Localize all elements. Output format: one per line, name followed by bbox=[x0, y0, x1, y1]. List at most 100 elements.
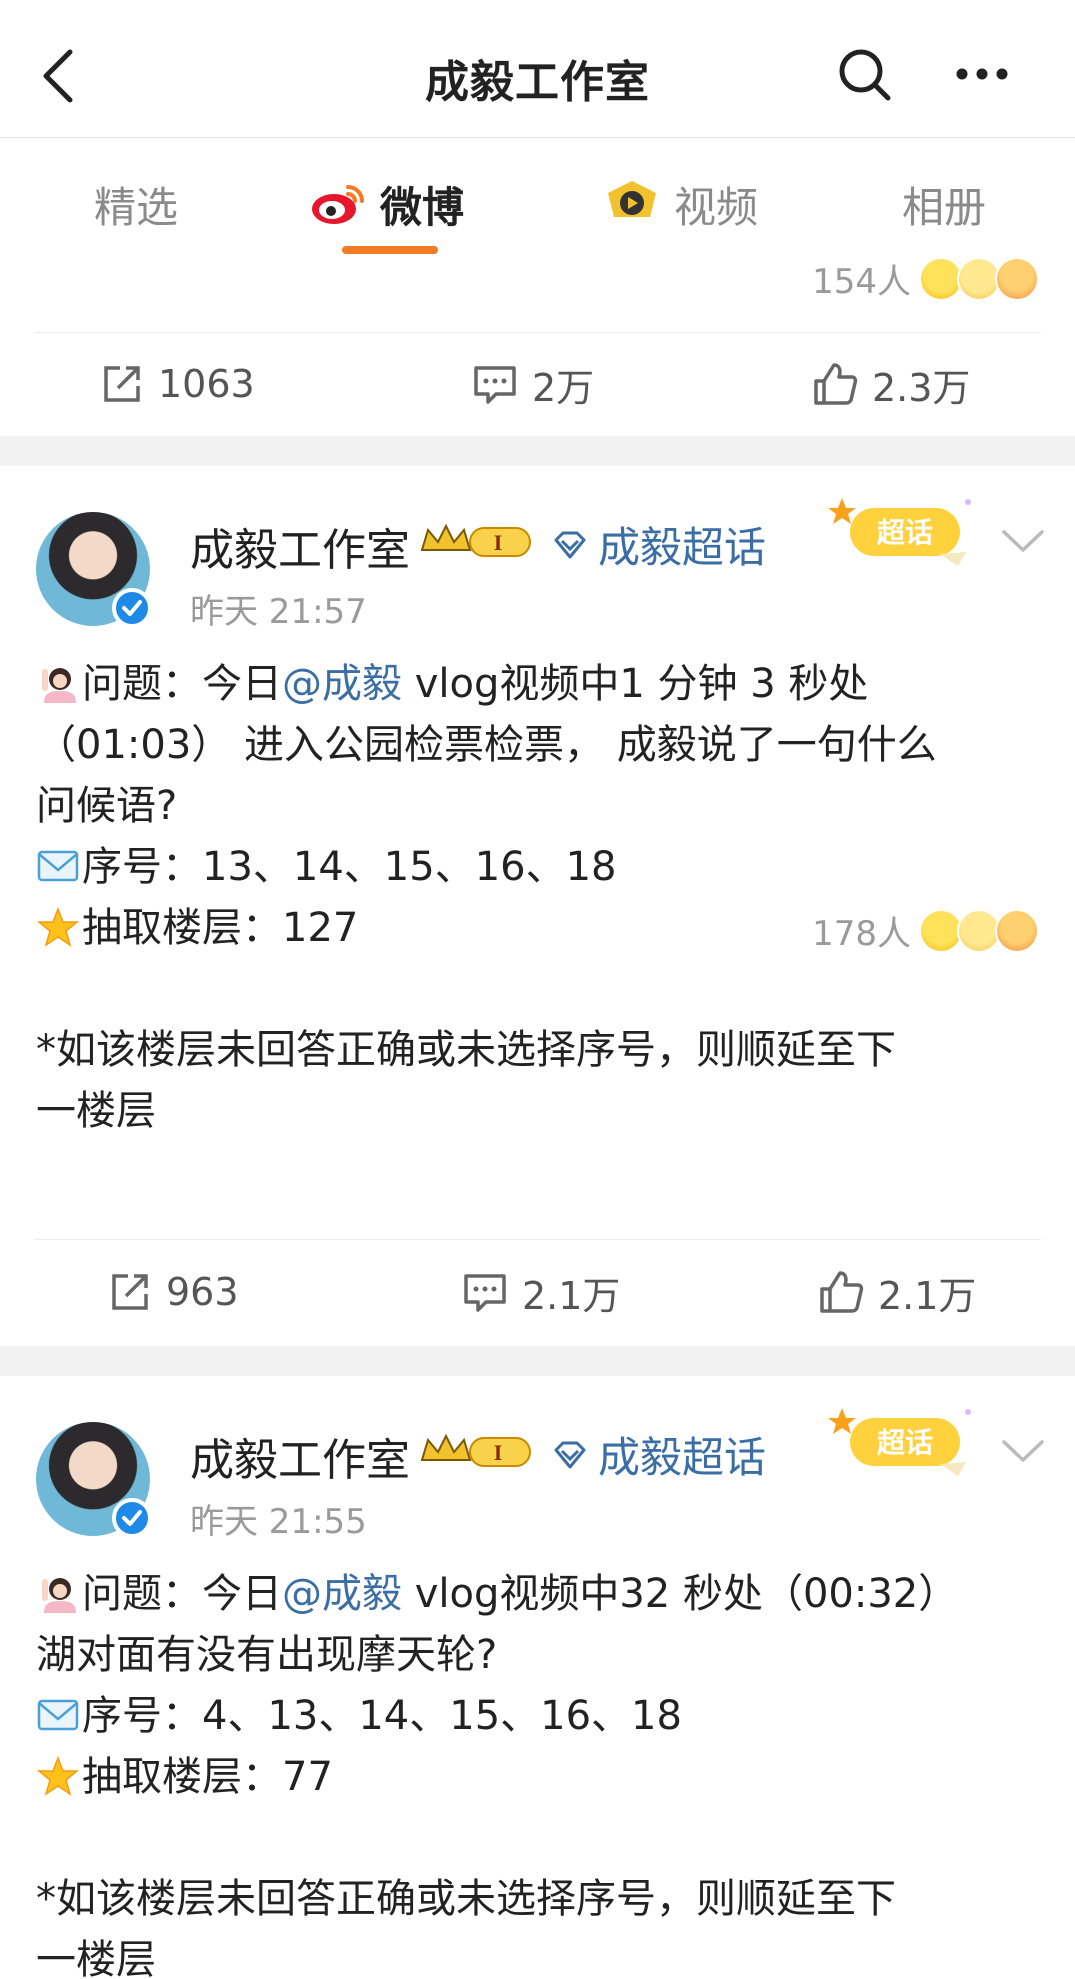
feed-post: 成毅工作室 I 成毅超话 超话 昨天 21:55 问题：今日@成毅 vlog视频… bbox=[0, 1376, 1075, 1979]
feed-separator bbox=[0, 436, 1075, 466]
chevron-down-icon[interactable] bbox=[1000, 526, 1046, 556]
svg-text:超话: 超话 bbox=[877, 1426, 933, 1459]
chaohua-badge-icon[interactable]: 超话 bbox=[820, 1402, 980, 1486]
post-text: 问题：今日@成毅 vlog视频中1 分钟 3 秒处 （01:03） 进入公园检票… bbox=[36, 654, 1046, 1142]
note-line: *如该楼层未回答正确或未选择序号，则顺延至下 bbox=[36, 1027, 896, 1073]
svg-text:I: I bbox=[494, 1440, 503, 1465]
repost-button[interactable]: 963 bbox=[108, 1244, 239, 1340]
supertopic-link[interactable]: 成毅超话 bbox=[552, 1424, 766, 1485]
diamond-icon bbox=[554, 531, 586, 558]
tab-video-label: 视频 bbox=[674, 182, 759, 232]
post-actions: 963 2.1万 2.1万 bbox=[0, 1244, 1075, 1340]
comment-button[interactable]: 2万 bbox=[472, 336, 594, 432]
note-line-2: 一楼层 bbox=[36, 1937, 156, 1979]
page-title: 成毅工作室 bbox=[425, 57, 650, 108]
post-time: 昨天 21:57 bbox=[190, 592, 367, 632]
diamond-icon bbox=[554, 1441, 586, 1468]
vip-crown-badge-icon: I bbox=[420, 1433, 531, 1467]
reaction-summary[interactable]: 154人 bbox=[812, 254, 1039, 303]
raising-hand-emoji-icon bbox=[42, 1578, 76, 1613]
weibo-logo-icon bbox=[312, 185, 364, 224]
envelope-emoji-icon bbox=[37, 850, 79, 882]
post-time: 昨天 21:55 bbox=[190, 1502, 367, 1542]
supertopic-link[interactable]: 成毅超话 bbox=[552, 514, 766, 575]
supertopic-label: 成毅超话 bbox=[598, 523, 767, 572]
like-count: 2.1万 bbox=[878, 1273, 977, 1318]
question-line: 问题：今日@成毅 vlog视频中32 秒处（00:32） bbox=[36, 1564, 1046, 1625]
numbers-text: 序号：4、13、14、15、16、18 bbox=[82, 1693, 682, 1739]
divider bbox=[34, 332, 1041, 333]
tab-album-label: 相册 bbox=[902, 182, 987, 232]
vip-crown-badge-icon: I bbox=[420, 523, 531, 557]
question-line-2: 湖对面有没有出现摩天轮? bbox=[36, 1632, 498, 1678]
top-bar: 成毅工作室 bbox=[0, 0, 1075, 138]
feed-separator bbox=[0, 1346, 1075, 1376]
mention-link[interactable]: @成毅 bbox=[282, 1571, 402, 1617]
question-line-3: 问候语? bbox=[36, 783, 178, 829]
love-emoji-icon bbox=[995, 908, 1039, 953]
chevron-down-icon[interactable] bbox=[1000, 1436, 1046, 1466]
numbers-text: 序号：13、14、15、16、18 bbox=[82, 844, 617, 890]
question-line-2: （01:03） 进入公园检票检票， 成毅说了一句什么 bbox=[36, 722, 937, 768]
question-prefix: 问题：今日 bbox=[82, 1571, 282, 1617]
note-line: *如该楼层未回答正确或未选择序号，则顺延至下 bbox=[36, 1876, 896, 1922]
comment-button[interactable]: 2.1万 bbox=[462, 1244, 620, 1340]
question-line: 问题：今日@成毅 vlog视频中1 分钟 3 秒处 bbox=[36, 654, 1046, 715]
profile-tabs: 精选 微博 视频 相册 bbox=[0, 138, 1075, 270]
divider bbox=[34, 1239, 1041, 1240]
post-text: 问题：今日@成毅 vlog视频中32 秒处（00:32） 湖对面有没有出现摩天轮… bbox=[36, 1564, 1046, 1979]
tab-video[interactable]: 视频 bbox=[602, 174, 758, 234]
chaohua-badge-icon[interactable]: 超话 bbox=[820, 492, 980, 576]
love-emoji-icon bbox=[995, 256, 1039, 301]
like-count: 2.3万 bbox=[872, 365, 971, 410]
verified-badge-icon bbox=[112, 1498, 152, 1538]
like-button[interactable]: 2.3万 bbox=[812, 336, 970, 432]
repost-count: 1063 bbox=[158, 362, 255, 406]
reaction-emojis bbox=[919, 256, 1039, 301]
envelope-emoji-icon bbox=[37, 1699, 79, 1731]
post-actions: 1063 2万 2.3万 bbox=[0, 336, 1075, 432]
repost-count: 963 bbox=[166, 1270, 239, 1314]
author-name[interactable]: 成毅工作室 bbox=[190, 1424, 410, 1488]
glowing-star-emoji-icon bbox=[36, 907, 80, 947]
mention-link[interactable]: @成毅 bbox=[282, 661, 402, 707]
tab-featured-label: 精选 bbox=[94, 182, 179, 232]
raising-hand-emoji-icon bbox=[42, 668, 76, 703]
note-line-2: 一楼层 bbox=[36, 1088, 156, 1134]
search-icon[interactable] bbox=[836, 46, 894, 104]
tab-featured[interactable]: 精选 bbox=[94, 174, 178, 234]
comment-icon bbox=[464, 1274, 506, 1312]
svg-text:I: I bbox=[494, 530, 503, 555]
author-name[interactable]: 成毅工作室 bbox=[190, 514, 410, 578]
floor-line: 抽取楼层：77 bbox=[36, 1747, 1046, 1808]
reaction-emojis bbox=[919, 908, 1039, 953]
comment-icon bbox=[474, 366, 516, 404]
repost-icon bbox=[104, 366, 140, 402]
feed-post: 成毅工作室 I 成毅超话 超话 昨天 21:57 问题：今日@成毅 vlog视频… bbox=[0, 466, 1075, 1346]
reaction-count: 154人 bbox=[812, 262, 911, 302]
glowing-star-emoji-icon bbox=[36, 1756, 80, 1796]
like-icon bbox=[820, 1271, 864, 1313]
floor-text: 抽取楼层：127 bbox=[82, 905, 359, 951]
question-prefix: 问题：今日 bbox=[82, 661, 282, 707]
tab-album[interactable]: 相册 bbox=[902, 174, 986, 234]
active-tab-indicator bbox=[342, 246, 438, 254]
more-options-icon[interactable] bbox=[952, 64, 1012, 84]
numbers-line: 序号：13、14、15、16、18 bbox=[36, 837, 1046, 898]
reaction-summary[interactable]: 178人 bbox=[812, 906, 1039, 955]
floor-text: 抽取楼层：77 bbox=[82, 1754, 333, 1800]
tab-weibo[interactable]: 微博 bbox=[308, 174, 464, 234]
repost-button[interactable]: 1063 bbox=[100, 336, 255, 432]
previous-post-footer: 154人 1063 2万 2.3万 bbox=[0, 256, 1075, 436]
comment-count: 2万 bbox=[532, 365, 595, 410]
reaction-count: 178人 bbox=[812, 914, 911, 954]
like-button[interactable]: 2.1万 bbox=[818, 1244, 976, 1340]
tab-weibo-label: 微博 bbox=[380, 182, 465, 232]
numbers-line: 序号：4、13、14、15、16、18 bbox=[36, 1686, 1046, 1747]
comment-count: 2.1万 bbox=[522, 1273, 621, 1318]
supertopic-label: 成毅超话 bbox=[598, 1433, 767, 1482]
like-icon bbox=[814, 363, 858, 405]
verified-badge-icon bbox=[112, 588, 152, 628]
